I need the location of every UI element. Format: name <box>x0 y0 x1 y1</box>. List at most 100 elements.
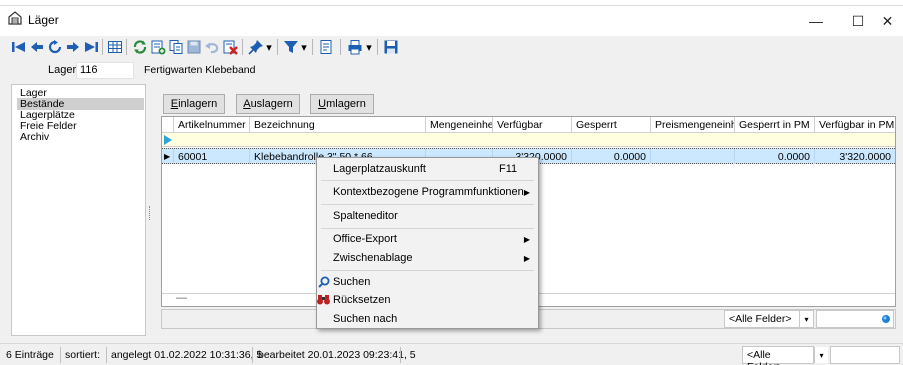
status-separator <box>252 347 253 363</box>
last-record-icon[interactable] <box>82 38 100 56</box>
search-go-icon[interactable] <box>881 314 891 327</box>
print-icon[interactable] <box>346 38 364 56</box>
save-disk-icon[interactable] <box>382 38 400 56</box>
print-dropdown-icon[interactable]: ▾ <box>364 38 374 56</box>
status-field-combo-value: <Alle Felder> <box>747 349 783 365</box>
reload-icon[interactable] <box>131 38 149 56</box>
column-header-gesperrt[interactable]: Gesperrt <box>572 117 651 133</box>
menu-item-ruecksetzen[interactable]: Rücksetzen <box>333 294 390 306</box>
grid-field-combo-value: <Alle Felder> <box>729 313 792 325</box>
menu-item-kontextbezogene-programmfunktionen[interactable]: Kontextbezogene Programmfunktionen <box>333 186 524 198</box>
status-field-dropdown-icon[interactable]: ▾ <box>814 347 828 363</box>
toolbar-separator <box>340 39 341 55</box>
first-record-icon[interactable] <box>10 38 28 56</box>
submenu-arrow-icon: ▶ <box>523 254 530 263</box>
toolbar-separator <box>242 39 243 55</box>
menu-item-zwischenablage[interactable]: Zwischenablage <box>333 252 413 264</box>
binoculars-icon <box>317 294 330 308</box>
menu-separator <box>321 228 534 229</box>
umlagern-button[interactable]: Umlagern <box>310 94 374 114</box>
column-header-bezeichnung[interactable]: Bezeichnung <box>250 117 426 133</box>
menu-item-spalteneditor[interactable]: Spalteneditor <box>333 210 398 222</box>
undo-icon[interactable] <box>203 38 221 56</box>
status-separator <box>106 347 107 363</box>
status-edited: bearbeitet 20.01.2023 09:23:41, 5 <box>258 349 416 361</box>
save-icon[interactable] <box>185 38 203 56</box>
minimize-button[interactable]: — <box>795 6 837 36</box>
title-bar <box>0 6 903 36</box>
row-indicator-header <box>162 117 174 133</box>
column-header-verfuegbar[interactable]: Verfügbar <box>493 117 572 133</box>
menu-separator <box>321 270 534 271</box>
lager-description: Fertigwarten Klebeband <box>144 64 256 76</box>
summary-dash: — <box>176 292 187 304</box>
window-title: Läger <box>28 13 59 27</box>
column-header-verfuegbar-in-pm[interactable]: Verfügbar in PM <box>815 117 895 133</box>
pin-dropdown-icon[interactable]: ▾ <box>264 38 274 56</box>
menu-shortcut-f11: F11 <box>499 163 518 175</box>
filter-dropdown-icon[interactable]: ▾ <box>299 38 309 56</box>
cell-gesperrt-in-pm[interactable]: 0.0000 <box>735 149 815 164</box>
new-record-icon[interactable] <box>149 38 167 56</box>
auslagern-button[interactable]: Auslagern <box>236 94 300 114</box>
menu-item-suchen-nach[interactable]: Suchen nach <box>333 313 397 325</box>
nav-item-freie-felder[interactable]: Freie Felder <box>20 121 77 132</box>
menu-item-office-export[interactable]: Office-Export <box>333 233 397 245</box>
document-icon[interactable] <box>317 38 335 56</box>
status-field-combo[interactable]: <Alle Felder> <box>742 346 814 365</box>
refresh-record-icon[interactable] <box>46 38 64 56</box>
toolbar-separator <box>277 39 278 55</box>
einlagern-accelerator: E <box>170 98 179 110</box>
nav-item-archiv[interactable]: Archiv <box>20 132 49 143</box>
filter-icon[interactable] <box>282 38 300 56</box>
auslagern-label: uslagern <box>250 98 293 110</box>
status-count: 6 Einträge <box>6 349 54 361</box>
cell-preismengeneinheit[interactable] <box>651 149 735 164</box>
menu-item-lagerplatzauskunft[interactable]: Lagerplatzauskunft <box>333 163 426 175</box>
status-bar: 6 Einträge sortiert: angelegt 01.02.2022… <box>0 343 903 365</box>
filter-row-indicator-icon <box>164 135 172 148</box>
toolbar-separator <box>126 39 127 55</box>
column-header-mengeneinheit[interactable]: Mengeneinheit <box>426 117 493 133</box>
umlagern-accelerator: U <box>318 98 327 110</box>
status-search-input[interactable] <box>830 346 900 364</box>
submenu-arrow-icon: ▶ <box>523 235 530 244</box>
delete-icon[interactable] <box>221 38 239 56</box>
status-created: angelegt 01.02.2022 10:31:36, 5 <box>111 349 263 361</box>
nav-item-lagerplaetze[interactable]: Lagerplätze <box>20 110 75 121</box>
column-header-preismengeneinheit[interactable]: Preismengeneinheit <box>651 117 735 133</box>
cell-artikelnummer[interactable]: 60001 <box>174 149 250 164</box>
lager-input[interactable]: 116 <box>76 62 134 79</box>
einlagern-button[interactable]: Einlagern <box>163 94 225 114</box>
grid-field-dropdown-icon[interactable]: ▾ <box>799 311 813 327</box>
table-view-icon[interactable] <box>106 38 124 56</box>
menu-separator <box>321 180 534 181</box>
context-menu: Lagerplatzauskunft F11 Kontextbezogene P… <box>316 157 539 329</box>
status-separator <box>400 347 401 363</box>
close-button[interactable]: ✕ <box>872 6 903 36</box>
filter-row[interactable] <box>162 133 895 147</box>
next-record-icon[interactable] <box>64 38 82 56</box>
previous-record-icon[interactable] <box>28 38 46 56</box>
lager-label: Lager <box>48 64 77 76</box>
column-header-gesperrt-in-pm[interactable]: Gesperrt in PM <box>735 117 815 133</box>
menu-separator <box>321 204 534 205</box>
copy-record-icon[interactable] <box>167 38 185 56</box>
cell-verfuegbar-in-pm[interactable]: 3'320.0000 <box>815 149 895 164</box>
nav-item-lager[interactable]: Lager <box>20 88 47 99</box>
menu-item-suchen[interactable]: Suchen <box>333 276 370 288</box>
maximize-icon: ☐ <box>851 12 865 29</box>
minimize-icon: — <box>809 13 823 29</box>
status-separator <box>60 347 61 363</box>
nav-item-bestaende[interactable]: Bestände <box>20 99 64 110</box>
navigation-tree: Lager Bestände Lagerplätze Freie Felder … <box>11 84 146 336</box>
status-sorted: sortiert: <box>65 349 101 361</box>
search-icon <box>318 276 330 291</box>
toolbar-separator <box>102 39 103 55</box>
pin-icon[interactable] <box>247 38 265 56</box>
toolbar: ▾ ▾ ▾ <box>0 36 903 58</box>
warehouse-icon <box>8 11 22 25</box>
einlagern-label: inlagern <box>178 98 218 110</box>
column-header-artikelnummer[interactable]: Artikelnummer <box>174 117 250 133</box>
cell-gesperrt[interactable]: 0.0000 <box>572 149 651 164</box>
